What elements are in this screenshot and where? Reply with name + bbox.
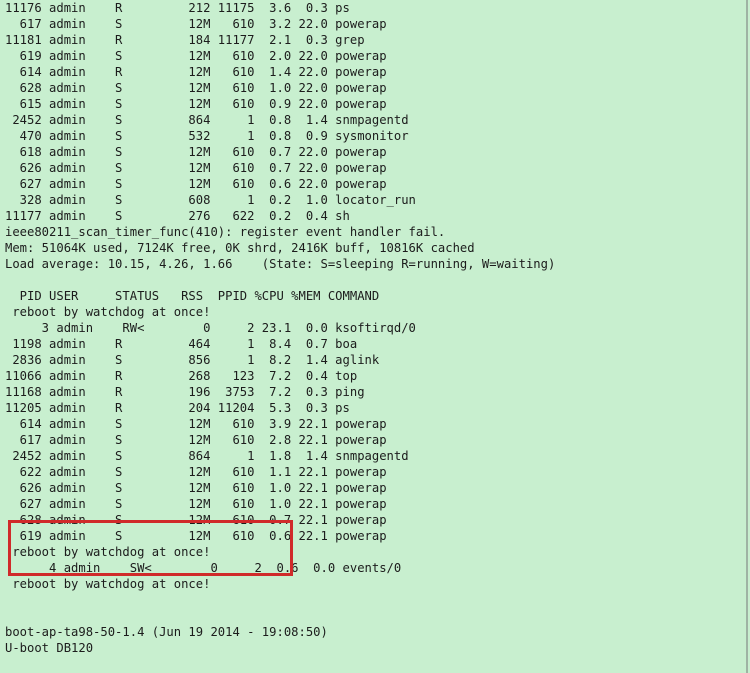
terminal-line: 4 admin SW< 0 2 0.6 0.0 events/0	[5, 561, 402, 575]
terminal-line: 11181 admin R 184 11177 2.1 0.3 grep	[5, 33, 365, 47]
terminal-line: 11168 admin R 196 3753 7.2 0.3 ping	[5, 385, 365, 399]
terminal-output[interactable]: 11176 admin R 212 11175 3.6 0.3 ps 617 a…	[0, 0, 748, 673]
process-table-header: PID USER STATUS RSS PPID %CPU %MEM COMMA…	[5, 289, 380, 303]
terminal-line: 614 admin S 12M 610 3.9 22.1 powerap	[5, 417, 387, 431]
terminal-line: 626 admin S 12M 610 1.0 22.1 powerap	[5, 481, 387, 495]
terminal-line: 626 admin S 12M 610 0.7 22.0 powerap	[5, 161, 387, 175]
terminal-line: 617 admin S 12M 610 3.2 22.0 powerap	[5, 17, 387, 31]
terminal-line: 628 admin S 12M 610 1.0 22.0 powerap	[5, 81, 387, 95]
terminal-line: 11205 admin R 204 11204 5.3 0.3 ps	[5, 401, 350, 415]
terminal-line: 328 admin S 608 1 0.2 1.0 locator_run	[5, 193, 416, 207]
terminal-line: 628 admin S 12M 610 0.7 22.1 powerap	[5, 513, 387, 527]
terminal-line: 2452 admin S 864 1 1.8 1.4 snmpagentd	[5, 449, 409, 463]
terminal-line: 627 admin S 12M 610 1.0 22.1 powerap	[5, 497, 387, 511]
terminal-line: 470 admin S 532 1 0.8 0.9 sysmonitor	[5, 129, 409, 143]
terminal-line: Load average: 10.15, 4.26, 1.66 (State: …	[5, 257, 556, 271]
terminal-line: 3 admin RW< 0 2 23.1 0.0 ksoftirqd/0	[5, 321, 416, 335]
terminal-line: Mem: 51064K used, 7124K free, 0K shrd, 2…	[5, 241, 475, 255]
terminal-line: reboot by watchdog at once!	[5, 305, 211, 319]
terminal-line: 615 admin S 12M 610 0.9 22.0 powerap	[5, 97, 387, 111]
terminal-line: reboot by watchdog at once!	[5, 545, 211, 559]
terminal-line: 619 admin S 12M 610 2.0 22.0 powerap	[5, 49, 387, 63]
terminal-line: 617 admin S 12M 610 2.8 22.1 powerap	[5, 433, 387, 447]
terminal-line: 11176 admin R 212 11175 3.6 0.3 ps	[5, 1, 350, 15]
terminal-line: 11177 admin S 276 622 0.2 0.4 sh	[5, 209, 350, 223]
terminal-line: boot-ap-ta98-50-1.4 (Jun 19 2014 - 19:08…	[5, 625, 328, 639]
terminal-line: U-boot DB120	[5, 641, 94, 655]
terminal-line: ieee80211_scan_timer_func(410): register…	[5, 225, 446, 239]
terminal-line: 618 admin S 12M 610 0.7 22.0 powerap	[5, 145, 387, 159]
terminal-line: 614 admin R 12M 610 1.4 22.0 powerap	[5, 65, 387, 79]
terminal-line: reboot by watchdog at once!	[5, 577, 211, 591]
terminal-line: 2836 admin S 856 1 8.2 1.4 aglink	[5, 353, 380, 367]
terminal-line: 11066 admin R 268 123 7.2 0.4 top	[5, 369, 358, 383]
terminal-line: 622 admin S 12M 610 1.1 22.1 powerap	[5, 465, 387, 479]
terminal-line: 1198 admin R 464 1 8.4 0.7 boa	[5, 337, 358, 351]
terminal-line: 627 admin S 12M 610 0.6 22.0 powerap	[5, 177, 387, 191]
terminal-line: 619 admin S 12M 610 0.6 22.1 powerap	[5, 529, 387, 543]
terminal-line: 2452 admin S 864 1 0.8 1.4 snmpagentd	[5, 113, 409, 127]
